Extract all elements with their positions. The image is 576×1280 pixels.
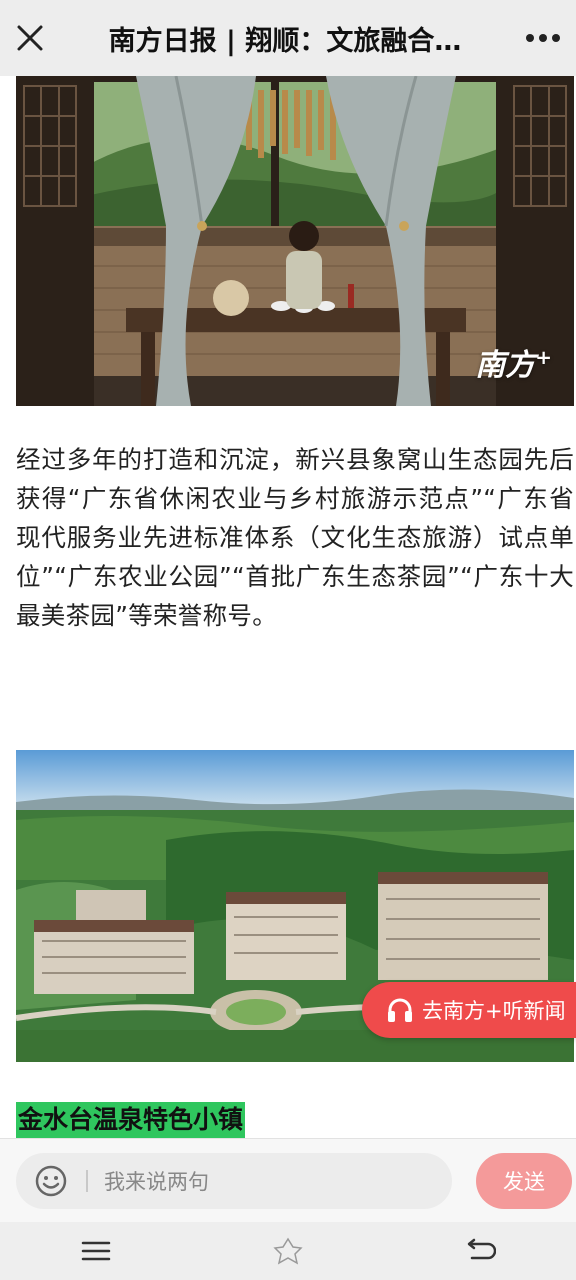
menu-icon — [81, 1241, 111, 1261]
comment-placeholder: 我来说两句 — [104, 1170, 209, 1194]
back-icon — [467, 1238, 496, 1260]
emoji-icon — [35, 1165, 67, 1197]
more-button[interactable] — [510, 0, 576, 76]
close-button[interactable] — [0, 0, 60, 76]
top-bar: 南方日报 | 翔顺：文旅融合… — [0, 0, 576, 76]
article-content[interactable]: 南方+ 经过多年的打造和沉淀，新兴县象窝山生态园先后获得“广东省休闲农业与乡村旅… — [0, 76, 576, 1138]
tea-room-photo: 南方+ — [16, 76, 574, 406]
more-icon — [526, 34, 560, 42]
menu-button[interactable] — [56, 1222, 136, 1280]
emoji-button[interactable] — [16, 1153, 86, 1209]
section-subtitle: 金水台温泉特色小镇 — [16, 1102, 246, 1138]
send-button[interactable]: 发送 — [476, 1153, 572, 1209]
article-paragraph: 经过多年的打造和沉淀，新兴县象窝山生态园先后获得“广东省休闲农业与乡村旅游示范点… — [16, 445, 574, 630]
home-icon — [273, 1237, 303, 1265]
page-title: 南方日报 | 翔顺：文旅融合… — [108, 25, 462, 57]
headphones-icon — [388, 998, 412, 1022]
comment-input[interactable]: 我来说两句 — [16, 1153, 452, 1209]
home-button[interactable] — [248, 1222, 328, 1280]
listen-news-label: 去南方+听新闻 — [422, 999, 566, 1023]
listen-news-button[interactable]: 去南方+听新闻 — [362, 982, 576, 1038]
back-button[interactable] — [440, 1222, 520, 1280]
comment-bar: 我来说两句 发送 — [0, 1138, 576, 1222]
image-watermark: 南方+ — [475, 345, 552, 383]
input-divider — [86, 1170, 88, 1192]
close-icon — [17, 25, 43, 51]
system-nav-bar — [0, 1222, 576, 1280]
